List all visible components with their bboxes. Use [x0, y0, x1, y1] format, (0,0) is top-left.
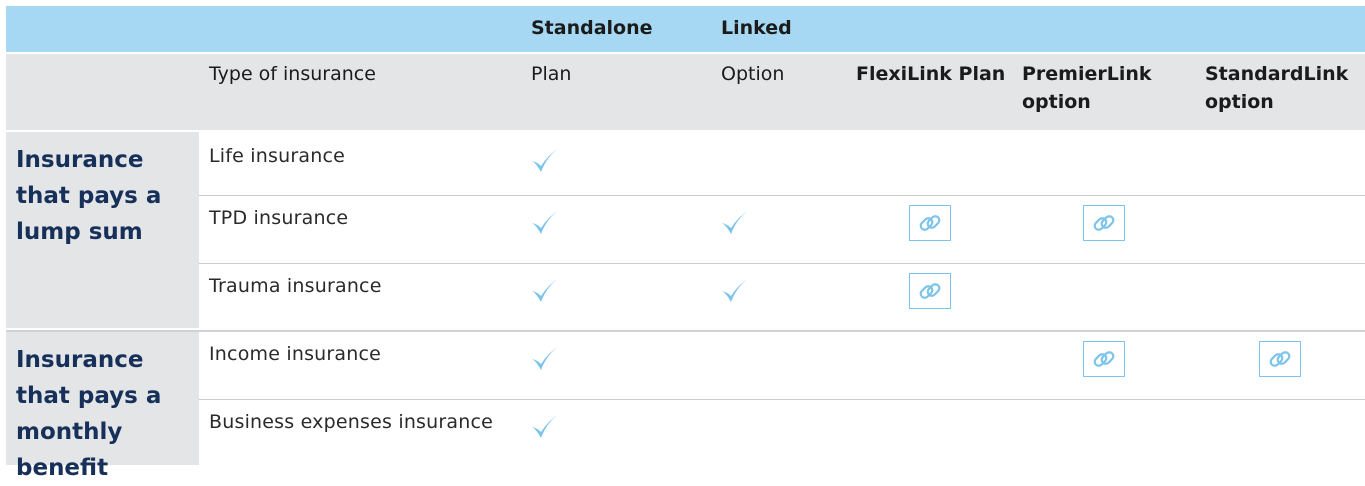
column-plan: Plan: [531, 63, 572, 85]
header-linked: Linked: [721, 17, 792, 39]
chain-link-icon: [1083, 205, 1125, 241]
checkmark-icon: [719, 206, 751, 238]
chain-link-icon: [1259, 341, 1301, 377]
row-divider: [199, 195, 1365, 196]
row-label: Life insurance: [209, 145, 345, 167]
checkmark-icon: [529, 342, 561, 374]
top-header-band: [6, 6, 1365, 52]
row-label: Trauma insurance: [209, 275, 382, 297]
column-type-of-insurance: Type of insurance: [209, 63, 376, 85]
chain-link-icon: [909, 205, 951, 241]
column-flexilink-plan: FlexiLink Plan: [856, 63, 1006, 85]
row-label: Business expenses insurance: [209, 411, 494, 433]
row-label: TPD insurance: [209, 207, 349, 229]
chain-link-icon: [909, 273, 951, 309]
chain-link-icon: [1083, 341, 1125, 377]
column-premierlink-option: PremierLink option: [1022, 63, 1152, 113]
checkmark-icon: [529, 206, 561, 238]
group-lump-sum: Insurance that pays a lump sum: [6, 132, 199, 328]
checkmark-icon: [529, 144, 561, 176]
checkmark-icon: [529, 274, 561, 306]
column-option: Option: [721, 63, 785, 85]
row-divider: [199, 399, 1365, 400]
column-standardlink-option: StandardLink option: [1205, 63, 1349, 113]
checkmark-icon: [719, 274, 751, 306]
row-label: Income insurance: [209, 343, 382, 365]
group-divider: [6, 330, 1365, 332]
group-label: Insurance that pays a monthly benefit: [16, 347, 162, 481]
header-standalone: Standalone: [531, 17, 653, 39]
row-divider: [199, 263, 1365, 264]
group-monthly-benefit: Insurance that pays a monthly benefit: [6, 332, 199, 481]
checkmark-icon: [529, 410, 561, 442]
group-label: Insurance that pays a lump sum: [16, 147, 162, 245]
